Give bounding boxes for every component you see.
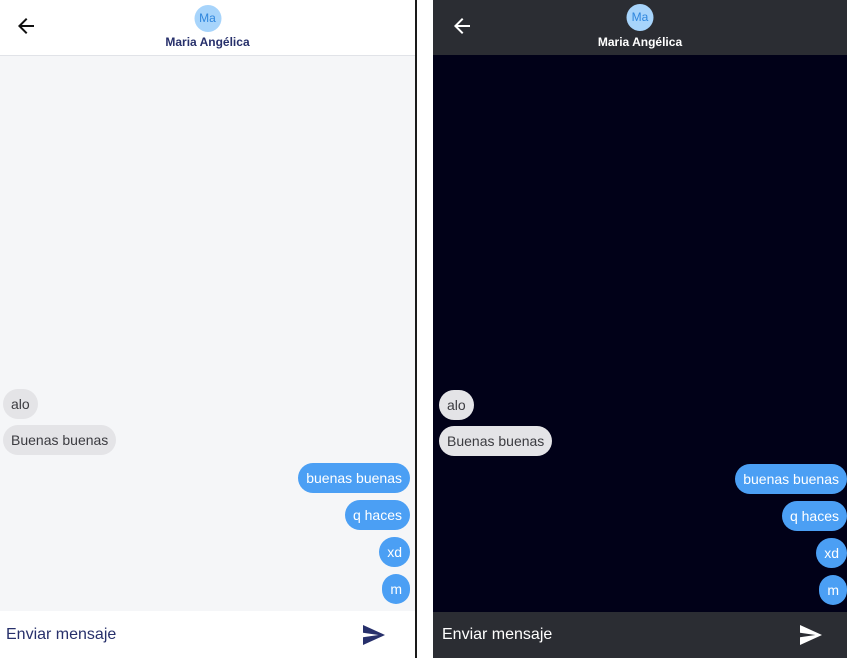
contact-name: Maria Angélica bbox=[165, 35, 250, 49]
message-input[interactable] bbox=[6, 611, 336, 658]
panel-gap bbox=[417, 0, 433, 658]
dark-theme-chat-screen: Ma Maria Angélica alo Buenas buenas buen… bbox=[433, 0, 847, 658]
incoming-message: alo bbox=[3, 389, 38, 419]
message-composer bbox=[0, 611, 415, 658]
outgoing-message: buenas buenas bbox=[298, 463, 410, 493]
incoming-message: Buenas buenas bbox=[439, 426, 553, 456]
outgoing-message: m bbox=[382, 574, 410, 604]
message-composer bbox=[433, 612, 847, 658]
outgoing-message: q haces bbox=[344, 500, 410, 530]
outgoing-message: xd bbox=[816, 538, 847, 568]
outgoing-message: m bbox=[819, 575, 847, 605]
contact-name: Maria Angélica bbox=[597, 35, 683, 49]
message-input[interactable] bbox=[442, 612, 772, 658]
chat-header: Ma Maria Angélica bbox=[433, 0, 847, 55]
chat-header: Ma Maria Angélica bbox=[0, 0, 415, 56]
send-icon[interactable] bbox=[362, 624, 386, 646]
outgoing-message: q haces bbox=[781, 501, 847, 531]
incoming-message: alo bbox=[439, 390, 474, 420]
contact-avatar[interactable]: Ma bbox=[626, 4, 654, 31]
outgoing-message: xd bbox=[379, 537, 410, 567]
send-icon[interactable] bbox=[799, 624, 823, 646]
outgoing-message: buenas buenas bbox=[735, 464, 847, 494]
incoming-message: Buenas buenas bbox=[3, 425, 117, 455]
contact-avatar[interactable]: Ma bbox=[194, 5, 221, 32]
light-theme-chat-screen: Ma Maria Angélica alo Buenas buenas buen… bbox=[0, 0, 415, 658]
